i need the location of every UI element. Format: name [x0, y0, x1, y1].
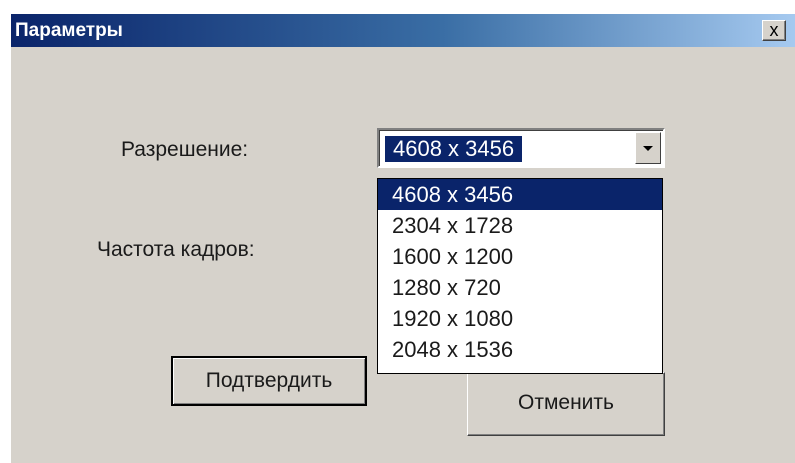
dropdown-option[interactable]: 4608 x 3456: [378, 179, 662, 210]
dropdown-arrow-icon[interactable]: [635, 132, 661, 164]
close-icon: x: [769, 20, 779, 40]
resolution-selected-value: 4608 x 3456: [385, 136, 523, 162]
resolution-label: Разрешение:: [121, 138, 249, 161]
parameters-dialog: Параметры x Разрешение: Частота кадров: …: [10, 14, 795, 463]
dropdown-option[interactable]: 1920 x 1080: [378, 303, 662, 334]
dropdown-option[interactable]: 2048 x 1536: [378, 334, 662, 365]
window-title: Параметры: [15, 20, 123, 41]
close-button[interactable]: x: [762, 20, 786, 41]
framerate-label: Частота кадров:: [97, 238, 255, 261]
cancel-button[interactable]: Отменить: [467, 372, 665, 436]
dropdown-option[interactable]: 2304 x 1728: [378, 210, 662, 241]
resolution-dropdown-list: 4608 x 3456 2304 x 1728 1600 x 1200 1280…: [377, 178, 663, 374]
title-bar: Параметры x: [11, 14, 795, 47]
dropdown-option[interactable]: 1600 x 1200: [378, 241, 662, 272]
confirm-button[interactable]: Подтвердить: [171, 356, 367, 406]
resolution-select[interactable]: 4608 x 3456: [377, 128, 665, 168]
dropdown-option[interactable]: 1280 x 720: [378, 272, 662, 303]
